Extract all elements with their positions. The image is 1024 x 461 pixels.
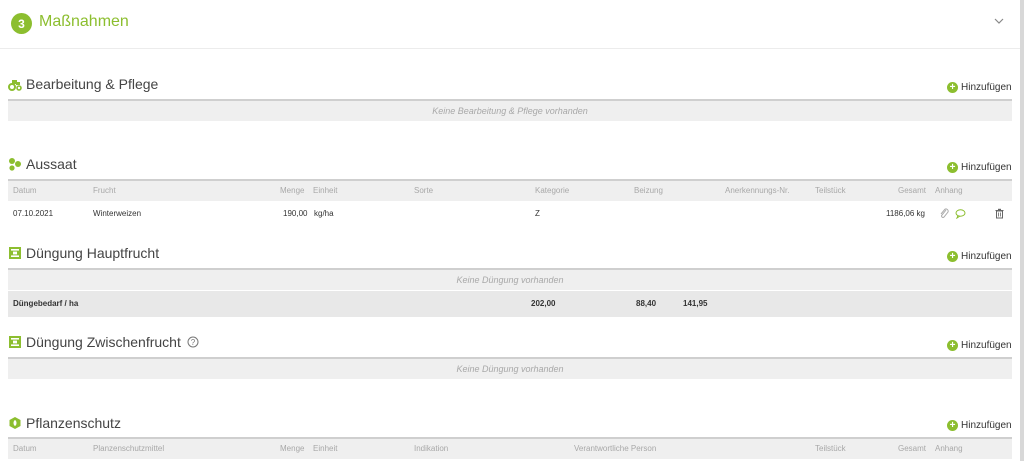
trash-icon[interactable] [994, 208, 1005, 219]
bearbeitung-label: Bearbeitung & Pflege [26, 76, 159, 92]
duengung-zwischen-label: Düngung Zwischenfrucht [26, 334, 181, 350]
bearbeitung-title: Bearbeitung & Pflege [8, 76, 158, 92]
column-header[interactable]: Teilstück [815, 439, 846, 459]
column-header[interactable]: Frucht [93, 181, 116, 201]
empty-message: Keine Düngung vorhanden [8, 359, 1012, 379]
crop-protection-icon [9, 417, 21, 429]
plus-circle-icon: + [947, 162, 958, 173]
cell-menge: 190,00 [283, 209, 308, 218]
column-header[interactable]: Einheit [313, 439, 337, 459]
paperclip-icon[interactable] [939, 208, 950, 219]
add-aussaat-button[interactable]: + Hinzufügen [947, 162, 1012, 173]
plus-circle-icon: + [947, 82, 958, 93]
tractor-icon [8, 80, 22, 91]
cell-einheit: kg/ha [314, 209, 334, 218]
svg-text:?: ? [191, 338, 196, 347]
plus-circle-icon: + [947, 420, 958, 431]
pflanzenschutz-table-header: Datum Planzenschutzmittel Menge Einheit … [8, 439, 1012, 459]
add-pflanzenschutz-button[interactable]: + Hinzufügen [947, 420, 1012, 431]
duengung-haupt-label: Düngung Hauptfrucht [26, 245, 160, 261]
pflanzenschutz-title: Pflanzenschutz [8, 415, 121, 431]
step-badge: 3 [11, 13, 32, 34]
duengung-haupt-title: Düngung Hauptfrucht [8, 245, 159, 261]
column-header[interactable]: Verantwortliche Person [574, 439, 656, 459]
aussaat-title: Aussaat [8, 156, 77, 172]
plus-circle-icon: + [947, 251, 958, 262]
add-bearbeitung-button[interactable]: + Hinzufügen [947, 82, 1012, 93]
pflanzenschutz-label: Pflanzenschutz [26, 415, 121, 431]
column-header[interactable]: Teilstück [815, 181, 846, 201]
aussaat-label: Aussaat [26, 156, 77, 172]
column-header[interactable]: Menge [280, 439, 304, 459]
cell-datum: 07.10.2021 [13, 209, 54, 218]
column-header[interactable]: Anhang [935, 439, 963, 459]
column-header[interactable]: Indikation [414, 439, 448, 459]
column-header[interactable]: Planzenschutzmittel [93, 439, 164, 459]
column-header[interactable]: Datum [13, 439, 37, 459]
summary-value: 88,40 [636, 299, 657, 308]
column-header[interactable]: Anhang [935, 181, 963, 201]
cell-gesamt: 1186,06 kg [886, 209, 925, 218]
help-icon[interactable]: ? [187, 336, 199, 348]
column-header[interactable]: Kategorie [535, 181, 569, 201]
column-header[interactable]: Einheit [313, 181, 337, 201]
add-label: Hinzufügen [961, 420, 1012, 431]
column-header[interactable]: Beizung [634, 181, 663, 201]
seed-icon [9, 158, 21, 171]
add-label: Hinzufügen [961, 162, 1012, 173]
chevron-down-icon[interactable] [990, 12, 1008, 30]
add-label: Hinzufügen [961, 340, 1012, 351]
empty-message: Keine Düngung vorhanden [8, 270, 1012, 290]
column-header[interactable]: Gesamt [898, 439, 926, 459]
aussaat-table-header: Datum Frucht Menge Einheit Sorte Kategor… [8, 181, 1012, 201]
section-header[interactable]: 3 Maßnahmen [0, 0, 1020, 49]
add-label: Hinzufügen [961, 251, 1012, 262]
section-title: Maßnahmen [39, 13, 129, 30]
add-duengung-zwischen-button[interactable]: + Hinzufügen [947, 340, 1012, 351]
column-header[interactable]: Sorte [414, 181, 433, 201]
fertilizer-icon [9, 336, 21, 348]
column-header[interactable]: Menge [280, 181, 304, 201]
duengung-zwischen-title: Düngung Zwischenfrucht ? [8, 334, 199, 350]
comment-icon[interactable] [955, 208, 966, 219]
summary-value: 202,00 [531, 299, 556, 308]
column-header[interactable]: Anerkennungs-Nr. [725, 181, 789, 201]
scrollbar[interactable] [1020, 0, 1024, 461]
summary-row: Düngebedarf / ha 202,00 88,40 141,95 [8, 291, 1012, 317]
fertilizer-icon [9, 247, 21, 259]
plus-circle-icon: + [947, 340, 958, 351]
summary-label: Düngebedarf / ha [13, 299, 79, 308]
cell-frucht: Winterweizen [93, 209, 142, 218]
add-label: Hinzufügen [961, 82, 1012, 93]
empty-message: Keine Bearbeitung & Pflege vorhanden [8, 101, 1012, 121]
column-header[interactable]: Gesamt [898, 181, 926, 201]
add-duengung-haupt-button[interactable]: + Hinzufügen [947, 251, 1012, 262]
summary-value: 141,95 [683, 299, 708, 308]
table-row[interactable]: 07.10.2021 Winterweizen 190,00 kg/ha Z 1… [8, 203, 1012, 225]
cell-kategorie: Z [535, 209, 540, 218]
column-header[interactable]: Datum [13, 181, 37, 201]
